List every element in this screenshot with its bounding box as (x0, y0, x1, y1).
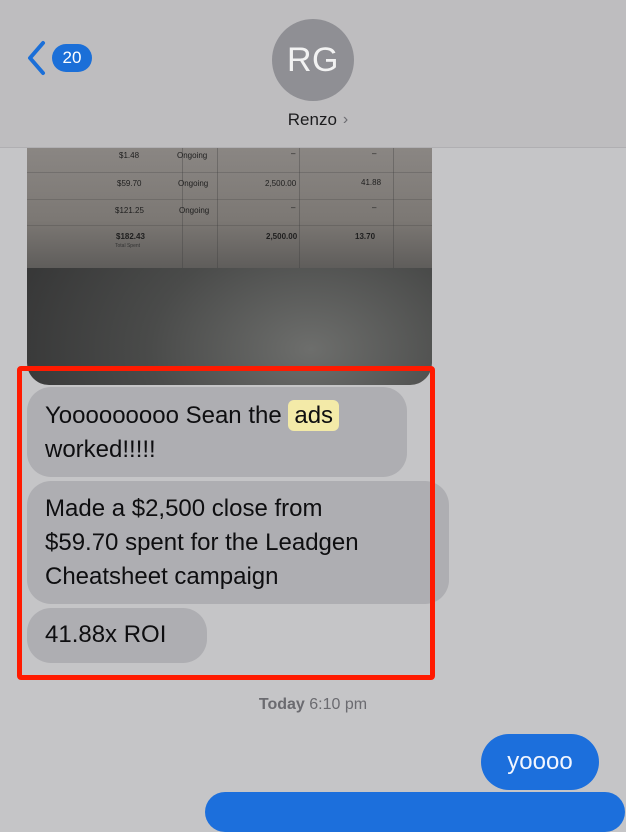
chevron-right-icon: › (342, 111, 349, 128)
cell-spent: $59.70 (117, 179, 142, 188)
contact-name-button[interactable]: Renzo › (0, 110, 626, 130)
timestamp-time: 6:10 pm (309, 696, 368, 713)
cell-total-spent: $182.43 (116, 232, 145, 241)
cell-total-roi: 13.70 (355, 232, 376, 241)
message-text: $59.70 spent for the Leadgen (45, 529, 359, 556)
cell-revenue: 2,500.00 (265, 179, 297, 188)
cell-roi: – (372, 203, 377, 212)
message-timestamp: Today 6:10 pm (0, 696, 626, 714)
cell-spent: $1.48 (119, 151, 140, 160)
message-text: Yooooooooo Sean the (45, 402, 289, 429)
message-bubble[interactable]: Made a $2,500 close from $59.70 spent fo… (27, 481, 449, 604)
photo-attachment[interactable]: $1.48 Ongoing – – $59.70 Ongoing 2,500.0… (27, 148, 432, 385)
grid-line (393, 148, 394, 268)
message-bubble[interactable]: 41.88x ROI (27, 608, 207, 663)
grid-line (27, 199, 432, 200)
grid-line (299, 148, 300, 268)
cell-status: Ongoing (179, 206, 210, 215)
grid-line (217, 148, 218, 268)
avatar[interactable]: RG (272, 19, 354, 101)
message-text: 41.88x ROI (45, 621, 167, 648)
message-text: Cheatsheet campaign (45, 563, 279, 590)
cell-roi: 41.88 (361, 178, 382, 187)
chevron-left-icon (28, 41, 45, 75)
cell-spent: $121.25 (115, 206, 144, 215)
cell-total-label: Total Spent (115, 243, 141, 249)
sent-message-bubble[interactable]: yoooo (481, 734, 599, 790)
message-text: Made a $2,500 close from (45, 495, 323, 522)
cell-status: Ongoing (177, 151, 208, 160)
back-button[interactable]: 20 (26, 40, 92, 76)
cell-total-revenue: 2,500.00 (266, 232, 298, 241)
timestamp-day: Today (258, 696, 305, 713)
cell-roi: – (372, 149, 377, 158)
conversation-header: 20 RG Renzo › (0, 0, 626, 148)
contact-name: Renzo (287, 110, 337, 129)
message-text: worked!!!!! (45, 436, 156, 463)
spreadsheet-photo: $1.48 Ongoing – – $59.70 Ongoing 2,500.0… (27, 148, 432, 268)
sent-message-bubble[interactable] (205, 792, 625, 832)
cell-revenue: – (291, 203, 296, 212)
unread-count-badge: 20 (52, 44, 92, 72)
grid-line (27, 225, 432, 226)
cell-revenue: – (291, 149, 296, 158)
grid-line (27, 172, 432, 173)
message-bubble[interactable]: Yooooooooo Sean the ads worked!!!!! (27, 387, 407, 477)
cell-status: Ongoing (178, 179, 209, 188)
highlighted-word[interactable]: ads (288, 400, 340, 431)
